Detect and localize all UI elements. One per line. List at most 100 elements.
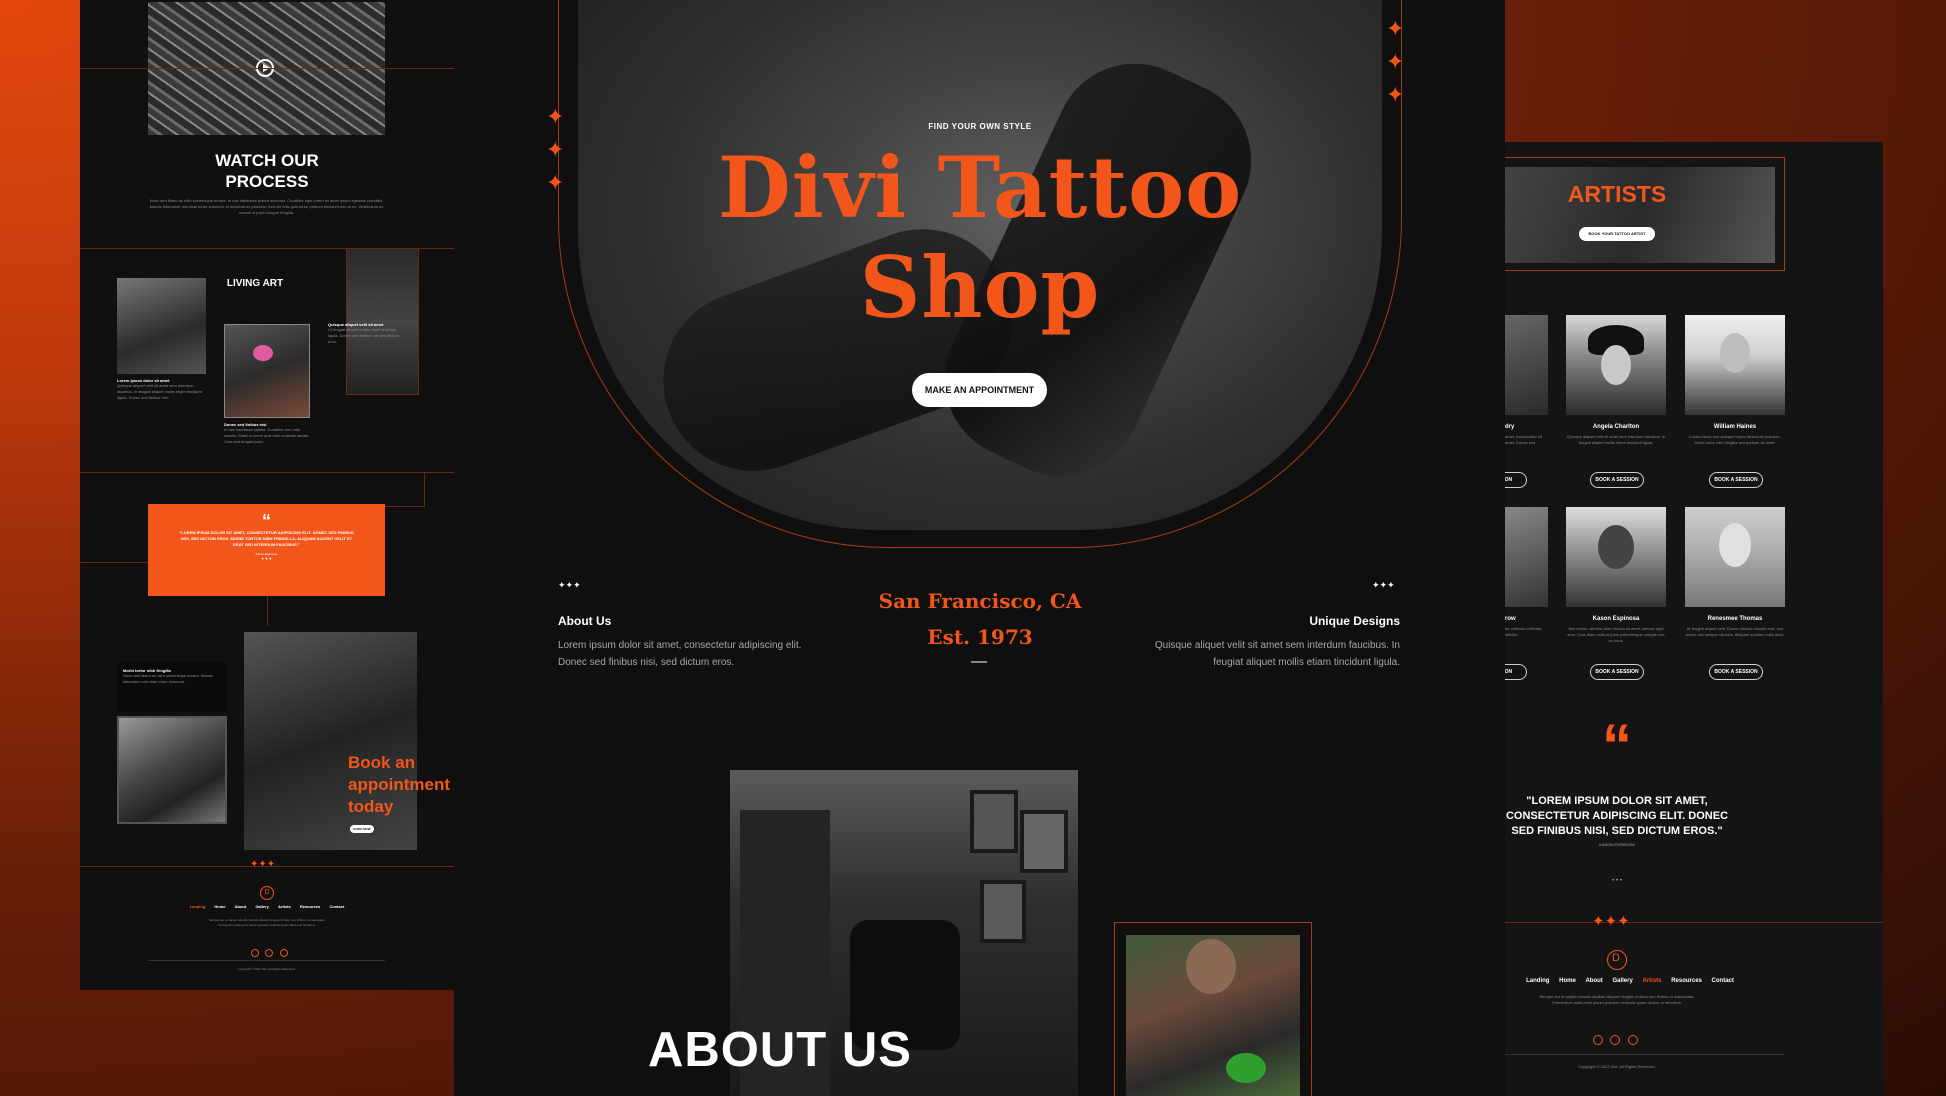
right-twitter-icon[interactable] — [1610, 1035, 1621, 1045]
right-copyright: Copyright © 2022 Divi. All Rights Reserv… — [1578, 1064, 1656, 1069]
morbi-card: Morbi tortor nibh fringilla Nunc sed lib… — [117, 662, 227, 712]
quote-icon: “ — [262, 511, 271, 531]
right-nav-about[interactable]: About — [1585, 978, 1602, 984]
right-nav-resources[interactable]: Resources — [1671, 978, 1702, 984]
book-session-button-3[interactable]: SION — [1505, 664, 1527, 680]
book-title: Book an appointment today — [348, 753, 450, 816]
center-divider — [971, 661, 987, 663]
about-stars: ✦✦✦ — [558, 580, 581, 590]
unique-stars: ✦✦✦ — [1372, 580, 1395, 590]
book-session-button-5[interactable]: BOOK A SESSION — [1709, 664, 1763, 680]
artist-photo-2 — [1685, 315, 1785, 415]
living-art-title: LIVING ART — [226, 278, 284, 289]
right-nav-gallery[interactable]: Gallery — [1612, 978, 1632, 984]
location-text: San Francisco, CA Est. 1973 — [830, 583, 1130, 655]
location-city: San Francisco, CA — [878, 589, 1082, 613]
location-established: Est. 1973 — [927, 625, 1033, 649]
tattoo-machine-photo — [117, 716, 227, 824]
watch-title-line1: WATCH OUR — [215, 151, 319, 170]
right-carousel-dots[interactable]: • • • — [1505, 878, 1729, 884]
right-logo-letter: D — [1612, 952, 1620, 964]
make-appointment-button[interactable]: MAKE AN APPOINTMENT — [912, 373, 1047, 407]
about-us-heading: ABOUT US — [648, 1023, 912, 1077]
left-page-preview: WATCH OUR PROCESS Nunc sed libero ac nib… — [80, 0, 454, 990]
artist-name-4: Kason Espinosa — [1592, 616, 1640, 622]
artist-bio-2: Luctus lacus non quisque turpis bibendum… — [1689, 434, 1781, 445]
book-session-button-4[interactable]: BOOK A SESSION — [1590, 664, 1644, 680]
hero-title-line1: Divi Tattoo — [717, 138, 1243, 237]
testimonial-card: “ "LOREM IPSUM DOLOR SIT AMET, CONSECTET… — [148, 504, 385, 596]
nav-about[interactable]: About — [235, 904, 247, 909]
nav-resources[interactable]: Resources — [300, 904, 320, 909]
card1-body: Quisque aliquet velit sit amet sem inter… — [117, 383, 202, 400]
hero-eyebrow: FIND YOUR OWN STYLE — [928, 122, 1032, 131]
copyright: Copyright © 2022 Divi. All Rights Reserv… — [237, 967, 296, 971]
artists-title: ARTISTS — [1567, 181, 1667, 207]
book-session-button-1[interactable]: BOOK A SESSION — [1590, 472, 1644, 488]
artists-banner: ARTISTS BOOK YOUR TATTOO ARTIST — [1505, 167, 1775, 263]
watch-body: Nunc sed libero ac nibh scelerisque orna… — [149, 198, 384, 215]
artist-bio-5: At feugiat aliquet velit. Donec ultrices… — [1685, 626, 1785, 637]
artist-photo-5 — [1685, 507, 1785, 607]
right-divider-stars: ✦✦✦ — [1592, 913, 1630, 930]
artist-bio-1: Quisque aliquet velit sit amet sem inter… — [1566, 434, 1666, 445]
hero-title-line2: Shop — [859, 238, 1101, 337]
morbi-body: Nunc sed libero ac nibh scelerisque orna… — [123, 673, 214, 684]
right-facebook-icon[interactable] — [1593, 1035, 1603, 1045]
right-footer-nav: Landing Home About Gallery Artists Resou… — [1505, 978, 1755, 984]
unique-body: Quisque aliquet velit sit amet sem inter… — [1154, 640, 1400, 668]
facebook-icon[interactable] — [251, 949, 259, 957]
hero-title: Divi Tattoo Shop — [680, 138, 1280, 338]
footer-nav: Landing Home About Gallery Artists Resou… — [140, 904, 394, 909]
artist-photo-0 — [1505, 315, 1548, 415]
right-nav-contact[interactable]: Contact — [1712, 978, 1734, 984]
artist-name-1: Angela Charlton — [1592, 424, 1640, 430]
right-page-preview: ARTISTS BOOK YOUR TATTOO ARTIST dry amet… — [1505, 142, 1883, 1096]
artist-bio-0: amet, consectetur sit amet. Donec sed — [1505, 434, 1542, 445]
quote-text: "LOREM IPSUM DOLOR SIT AMET, CONSECTETUR… — [179, 530, 354, 547]
card2-body: In hac habitasse platea. Curabitur nec o… — [224, 427, 310, 444]
artist-name-5: Renesmee Thomas — [1707, 616, 1763, 622]
unique-heading: Unique Designs — [1309, 614, 1400, 628]
hero-stars-right: ✦ ✦ ✦ — [1386, 16, 1405, 107]
right-nav-home[interactable]: Home — [1559, 978, 1576, 984]
artist-photo-1 — [1566, 315, 1666, 415]
watch-title-line2: PROCESS — [225, 172, 309, 191]
book-session-button-2[interactable]: BOOK A SESSION — [1709, 472, 1763, 488]
right-instagram-icon[interactable] — [1627, 1035, 1638, 1045]
book-artist-button[interactable]: BOOK YOUR TATTOO ARTIST — [1579, 227, 1655, 241]
footer-body: Semper leo et sapien lobortis facilisis … — [208, 918, 326, 927]
nav-contact[interactable]: Contact — [329, 904, 344, 909]
right-nav-landing[interactable]: Landing — [1526, 978, 1549, 984]
artist-name-2: William Haines — [1713, 424, 1757, 430]
right-quote-author: KASON ESPINOSA — [1599, 842, 1635, 847]
quote-icon: “ — [1602, 712, 1632, 779]
carousel-dots[interactable]: • • • — [148, 556, 385, 564]
book-session-button-0[interactable]: SION — [1505, 472, 1527, 488]
artist-bio-3: tur vehicula vehicula efficitur — [1505, 626, 1542, 637]
artist-name-0: dry — [1505, 424, 1515, 430]
about-heading: About Us — [558, 614, 612, 628]
center-page-preview: ✦ ✦ ✦ ✦ ✦ ✦ FIND YOUR OWN STYLE Divi Tattoo … — [454, 0, 1505, 1096]
right-nav-artists[interactable]: Artists — [1643, 978, 1662, 984]
twitter-icon[interactable] — [265, 949, 274, 957]
nav-landing[interactable]: Landing — [190, 904, 206, 909]
logo-icon[interactable]: D — [260, 886, 274, 900]
artist-name-3: row — [1505, 616, 1516, 622]
living-art-photo-2 — [224, 324, 310, 418]
instagram-icon[interactable] — [279, 949, 288, 957]
about-body: Lorem ipsum dolor sit amet, consectetur … — [558, 640, 802, 668]
hero-stars-left: ✦ ✦ ✦ — [546, 104, 565, 195]
right-footer-body: Semper leo et sapien lobortis facilisis … — [1539, 994, 1695, 1005]
artist-photo-4 — [1566, 507, 1666, 607]
artist-working-photo — [1126, 935, 1300, 1096]
card3-body: Ut feugiat aliquet mollis etiam tincidun… — [328, 327, 399, 344]
nav-home[interactable]: Home — [214, 904, 225, 909]
right-quote-text: "LOREM IPSUM DOLOR SIT AMET, CONSECTETUR… — [1505, 795, 1729, 837]
nav-gallery[interactable]: Gallery — [255, 904, 269, 909]
book-now-button[interactable]: BOOK NOW — [350, 825, 374, 833]
right-social-icons — [1593, 1032, 1638, 1050]
artist-photo-3 — [1505, 507, 1548, 607]
nav-artists[interactable]: Artists — [278, 904, 291, 909]
divider-stars: ✦✦✦ — [250, 859, 276, 870]
